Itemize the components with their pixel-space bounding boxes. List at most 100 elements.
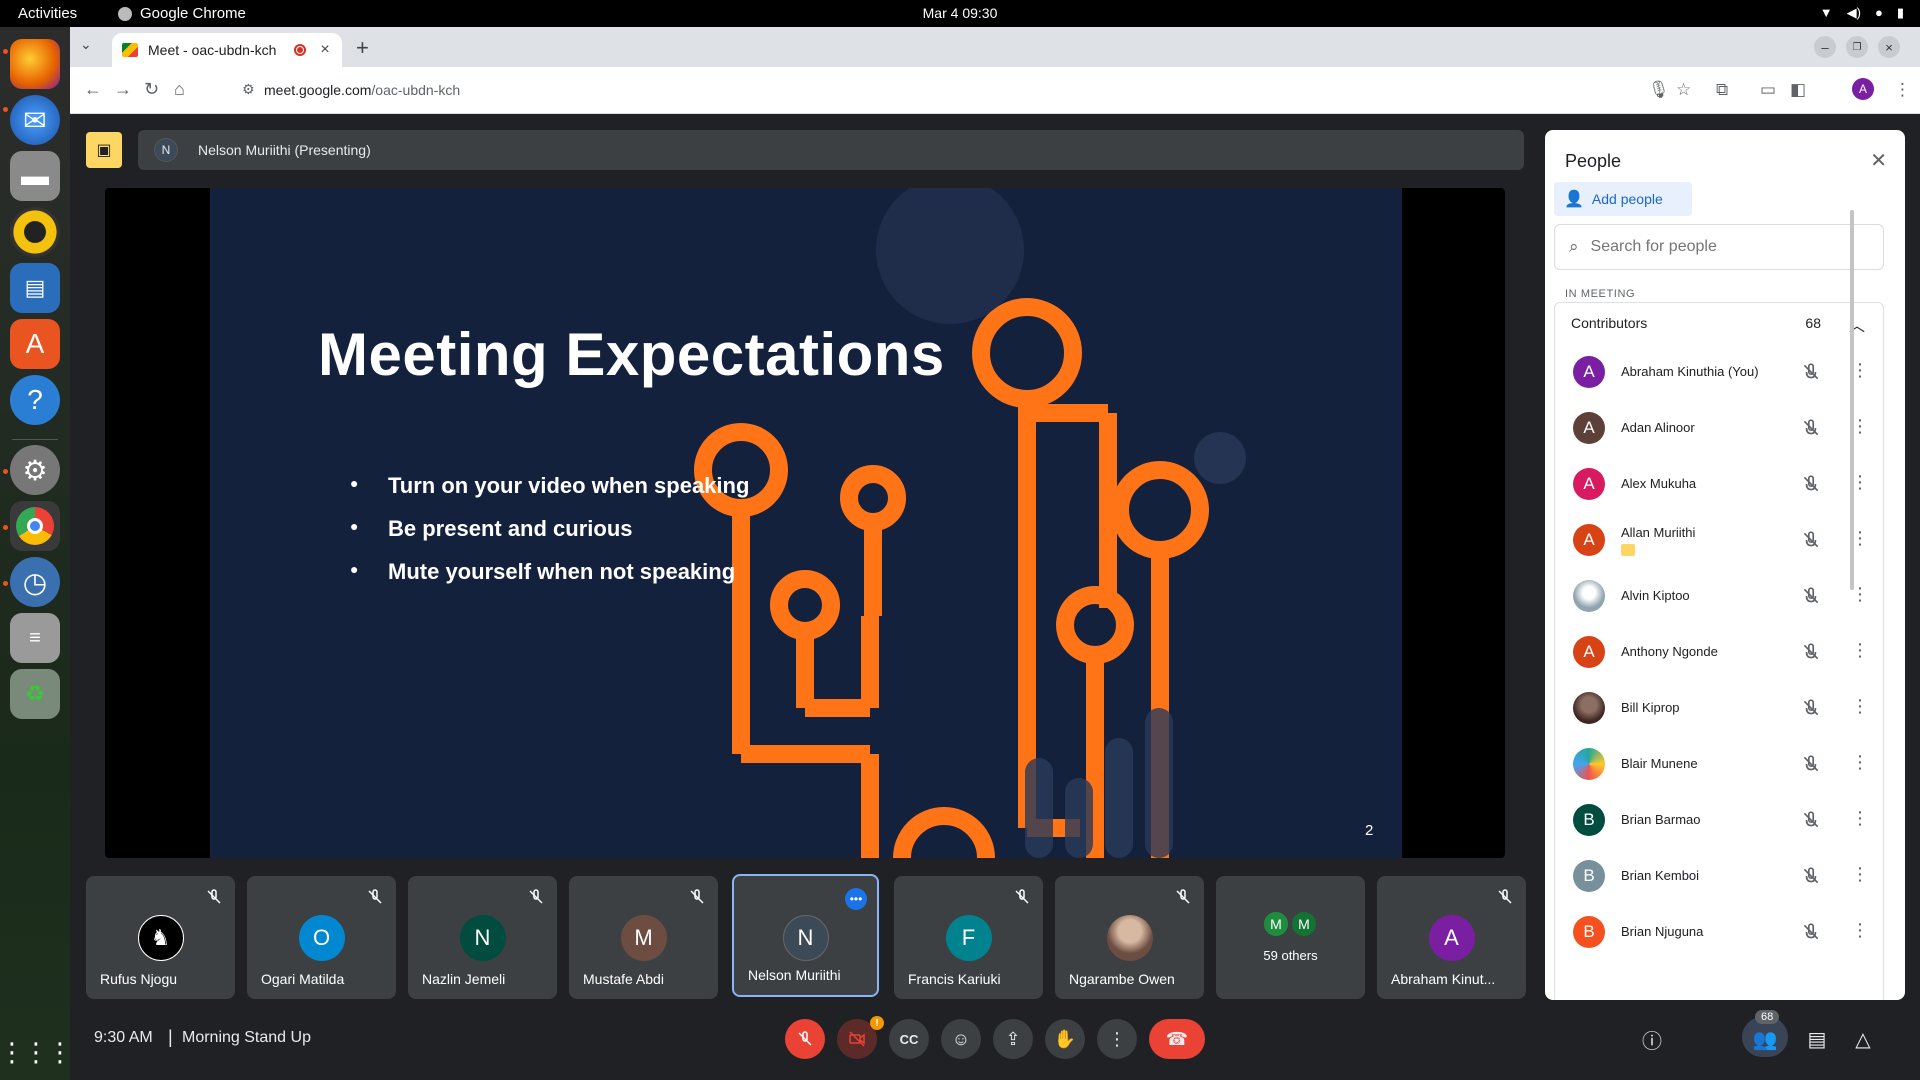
participant-tile[interactable]: A Abraham Kinut... (1377, 876, 1526, 999)
present-now-button[interactable]: ⇪ (993, 1019, 1033, 1059)
list-item[interactable]: B Brian Kemboi ⋮ (1555, 848, 1885, 904)
list-item[interactable]: A Alex Mukuha ⋮ (1555, 456, 1885, 512)
more-options-icon[interactable]: ••• (845, 888, 867, 910)
search-input[interactable] (1590, 238, 1841, 256)
writer-icon[interactable]: ▤ (10, 263, 60, 313)
people-list: A Abraham Kinuthia (You) ⋮ A Adan Alinoo… (1554, 342, 1884, 1000)
thunderbird-icon[interactable]: ✉ (10, 95, 60, 145)
participant-tile[interactable]: Ngarambe Owen (1055, 876, 1204, 999)
meta-separator: | (168, 1027, 173, 1047)
tab-search-chevron-icon[interactable]: ⌄ (80, 36, 92, 53)
activities-button-meet[interactable]: △ (1849, 1025, 1877, 1053)
raise-hand-button[interactable]: ✋ (1045, 1019, 1085, 1059)
home-button[interactable]: ⌂ (174, 79, 185, 100)
reload-button[interactable]: ↻ (144, 79, 159, 100)
voice-search-icon[interactable]: 🎙 (1648, 80, 1670, 100)
trash-icon[interactable]: ♻ (10, 669, 60, 719)
recording-indicator-icon (294, 44, 307, 56)
muted-mic-icon (205, 888, 223, 906)
present-screen-icon: ⇪ (1005, 1028, 1021, 1049)
app-menu[interactable]: Google Chrome (140, 5, 246, 22)
files-icon[interactable]: ▬ (10, 151, 60, 201)
firefox-icon[interactable] (10, 39, 60, 89)
clock[interactable]: Mar 4 09:30 (923, 5, 998, 21)
app-center-icon[interactable]: A (10, 319, 60, 369)
captions-button[interactable]: CC (889, 1019, 929, 1059)
back-button[interactable]: ← (84, 79, 102, 100)
restore-button[interactable]: ❐ (1846, 36, 1868, 58)
chrome-menu-icon[interactable]: ⋮ (1894, 80, 1911, 100)
reactions-button[interactable]: ☺ (941, 1019, 981, 1059)
bookmark-star-icon[interactable]: ☆ (1676, 80, 1691, 100)
tab-close-icon[interactable]: × (320, 41, 329, 59)
leave-call-button[interactable]: ☎ (1149, 1019, 1205, 1059)
chat-icon: ▤ (1807, 1028, 1827, 1051)
participant-tile[interactable]: ♞ Rufus Njogu (86, 876, 235, 999)
show-apps-grid-icon[interactable]: ⋮⋮⋮ (0, 1027, 73, 1077)
slide-bullet: Mute yourself when not speaking (350, 559, 749, 602)
chrome-app-icon (118, 7, 132, 21)
participant-tile[interactable]: M Mustafe Abdi (569, 876, 718, 999)
slide: Meeting Expectations Turn on your video … (210, 188, 1402, 858)
participant-tile[interactable]: F Francis Kariuki (894, 876, 1043, 999)
people-button[interactable]: 👥 (1751, 1025, 1779, 1053)
minimize-button[interactable]: – (1814, 36, 1836, 58)
presentation-icon[interactable]: ▣ (86, 132, 122, 168)
presenting-label: Nelson Muriithi (Presenting) (198, 142, 371, 158)
more-vert-icon[interactable]: ⋮ (1851, 640, 1869, 661)
more-vert-icon[interactable]: ⋮ (1851, 808, 1869, 829)
close-window-button[interactable]: × (1878, 36, 1900, 58)
list-item[interactable]: B Brian Barmao ⋮ (1555, 792, 1885, 848)
add-people-button[interactable]: 👤 Add people (1554, 182, 1692, 216)
list-item[interactable]: Bill Kiprop ⋮ (1555, 680, 1885, 736)
chat-button[interactable]: ▤ (1803, 1025, 1831, 1053)
list-item[interactable]: A Adan Alinoor ⋮ (1555, 400, 1885, 456)
close-panel-icon[interactable]: ✕ (1870, 148, 1887, 173)
others-tile[interactable]: M M 59 others (1216, 876, 1365, 999)
participant-tile[interactable]: O Ogari Matilda (247, 876, 396, 999)
list-item[interactable]: A Abraham Kinuthia (You) ⋮ (1555, 344, 1885, 400)
dock-separator (12, 439, 58, 440)
forward-button[interactable]: → (114, 79, 132, 100)
help-icon[interactable]: ? (10, 375, 60, 425)
participant-tile-active[interactable]: ••• N Nelson Muriithi (732, 874, 879, 997)
more-vert-icon[interactable]: ⋮ (1851, 752, 1869, 773)
system-status-area[interactable]: ▼ ◀) ● ▮ (1820, 5, 1904, 21)
more-vert-icon[interactable]: ⋮ (1851, 920, 1869, 941)
timer-icon[interactable]: ◷ (10, 557, 60, 607)
site-info-icon[interactable]: ⚙ (242, 81, 255, 98)
list-item[interactable]: B Brian Njuguna ⋮ (1555, 904, 1885, 960)
more-vert-icon[interactable]: ⋮ (1851, 864, 1869, 885)
participant-count-badge: 68 (1755, 1010, 1780, 1024)
settings-icon[interactable]: ⚙ (10, 445, 60, 495)
address-bar[interactable]: ⚙ meet.google.com/oac-ubdn-kch (230, 73, 1790, 107)
profile-avatar[interactable]: A (1852, 78, 1874, 100)
activities-button[interactable]: Activities (18, 5, 77, 22)
meeting-details-button[interactable]: ⓘ (1638, 1025, 1666, 1053)
cast-icon[interactable]: ▭ (1760, 80, 1776, 100)
list-item[interactable]: Alvin Kiptoo ⋮ (1555, 568, 1885, 624)
storage-icon[interactable]: ≡ (10, 613, 60, 663)
people-panel-scrollbar[interactable] (1850, 210, 1854, 590)
side-panel-icon[interactable]: ◧ (1790, 80, 1806, 100)
person-avatar: A (1573, 636, 1605, 668)
participant-name: Nazlin Jemeli (422, 971, 506, 987)
meet-favicon-icon (122, 43, 138, 57)
microphone-off-button[interactable] (785, 1019, 825, 1059)
rhythmbox-icon[interactable] (10, 207, 60, 257)
list-item[interactable]: A Allan Muriithi ⋮ (1555, 512, 1885, 568)
new-tab-button[interactable]: + (356, 35, 369, 61)
list-item[interactable]: Blair Munene ⋮ (1555, 736, 1885, 792)
more-options-button[interactable]: ⋮ (1097, 1019, 1137, 1059)
chrome-icon[interactable] (10, 501, 60, 551)
list-item[interactable]: A Anthony Ngonde ⋮ (1555, 624, 1885, 680)
more-vert-icon[interactable]: ⋮ (1851, 696, 1869, 717)
tab-meet[interactable]: Meet - oac-ubdn-kch × (112, 33, 342, 67)
extensions-icon[interactable]: ⧉ (1716, 80, 1728, 100)
participant-tile[interactable]: N Nazlin Jemeli (408, 876, 557, 999)
presenter-avatar: N (154, 138, 178, 162)
contributors-group-header[interactable]: Contributors 68 ︿ (1554, 302, 1884, 342)
others-label: 59 others (1263, 948, 1318, 963)
participant-name: Francis Kariuki (908, 971, 1001, 987)
mic-off-icon (798, 1031, 812, 1046)
